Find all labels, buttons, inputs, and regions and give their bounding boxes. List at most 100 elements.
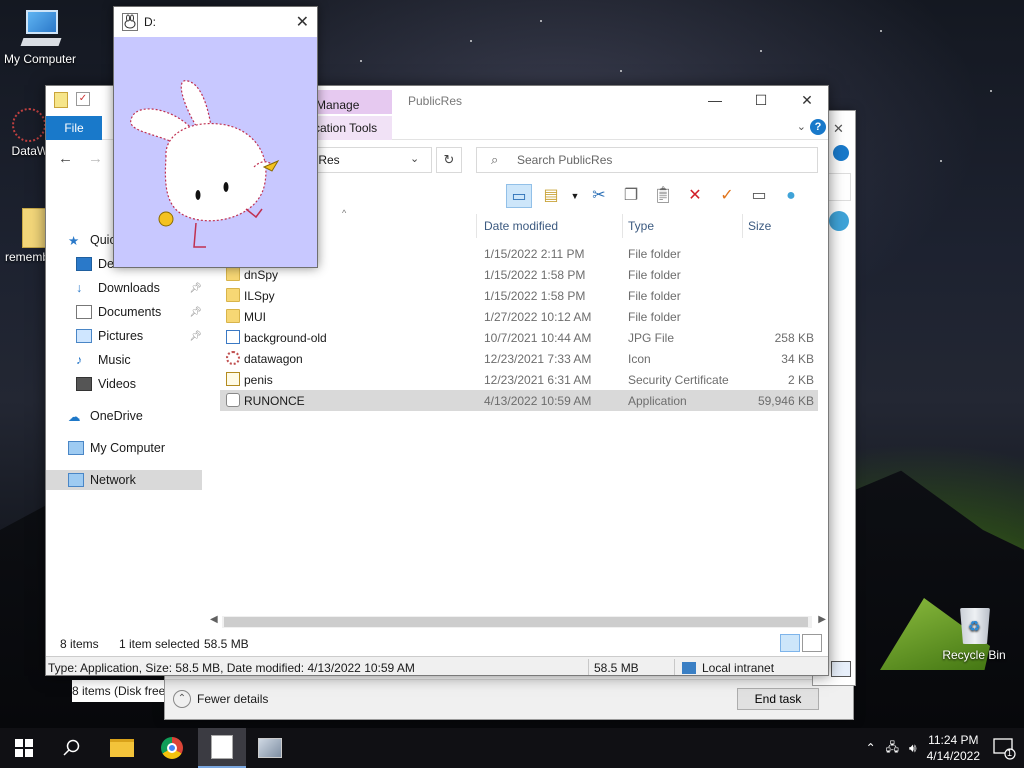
close-icon[interactable]: ✕ xyxy=(833,121,844,137)
network-icon xyxy=(68,473,84,487)
sidebar-item-downloads[interactable]: ↓ Downloads 📌︎ xyxy=(76,278,202,298)
paste-icon[interactable]: 📋︎ xyxy=(650,184,676,208)
column-header-date[interactable]: Date modified xyxy=(484,213,558,239)
network-icon[interactable]: 🖧︎ xyxy=(886,738,899,759)
properties-icon[interactable]: ▭ xyxy=(746,184,772,208)
start-button[interactable] xyxy=(0,728,48,768)
column-header-size[interactable]: Size xyxy=(748,213,771,239)
delete-icon[interactable]: ✕ xyxy=(682,184,708,208)
recycle-bin-icon: ♻ xyxy=(954,602,994,646)
file-row[interactable]: MUI 1/27/2022 10:12 AM File folder xyxy=(220,306,818,327)
large-icons-view-icon[interactable] xyxy=(802,634,822,652)
desktop-icon-recycle-bin[interactable]: ♻ Recycle Bin xyxy=(934,602,1014,662)
notifications-button[interactable]: 1 xyxy=(992,736,1016,760)
refresh-button[interactable]: ↻ xyxy=(436,147,462,173)
bunny-image xyxy=(130,80,280,248)
sidebar-item-documents[interactable]: Documents 📌︎ xyxy=(76,302,202,322)
column-header-type[interactable]: Type xyxy=(628,213,654,239)
horizontal-scrollbar[interactable]: ◀ ▶ xyxy=(206,614,828,630)
globe-icon[interactable]: ● xyxy=(778,184,804,208)
pin-icon[interactable]: 📌︎ xyxy=(189,331,202,342)
end-task-button[interactable]: End task xyxy=(737,688,819,710)
help-icon[interactable] xyxy=(833,145,849,161)
scroll-thumb[interactable] xyxy=(224,617,808,627)
selected-count: 1 item selected xyxy=(119,637,200,651)
cut-icon[interactable]: ✂ xyxy=(586,184,612,208)
sort-ascending-icon[interactable]: ^ xyxy=(342,208,346,218)
pin-icon[interactable]: 📌︎ xyxy=(189,283,202,294)
fewer-details-button[interactable]: ⌃ Fewer details xyxy=(173,690,268,708)
volume-icon[interactable]: 🔊︎ xyxy=(909,741,917,756)
search-input[interactable]: ⌕ Search PublicRes xyxy=(476,147,818,173)
minimize-button[interactable]: — xyxy=(692,86,738,116)
taskbar-chrome[interactable] xyxy=(148,728,196,768)
file-row-selected[interactable]: RUNONCE 4/13/2022 10:59 AM Application 5… xyxy=(220,390,818,411)
chevron-up-icon: ⌃ xyxy=(173,690,191,708)
taskbar-file-explorer[interactable] xyxy=(98,728,146,768)
taskbar-runonce-app[interactable] xyxy=(198,728,246,768)
column-divider[interactable] xyxy=(622,214,623,238)
chevron-down-icon[interactable]: ⌄ xyxy=(410,152,419,165)
sidebar-item-videos[interactable]: Videos xyxy=(76,374,212,394)
clock[interactable]: 11:24 PM 4/14/2022 xyxy=(927,732,980,764)
chrome-icon xyxy=(161,737,183,759)
file-row[interactable]: penis 12/23/2021 6:31 AM Security Certif… xyxy=(220,369,818,390)
sidebar-item-onedrive[interactable]: ☁ OneDrive xyxy=(68,406,204,426)
file-row[interactable]: background-old 10/7/2021 10:44 AM JPG Fi… xyxy=(220,327,818,348)
computer-icon xyxy=(68,441,84,455)
close-button[interactable]: ✕ xyxy=(784,86,828,116)
copy-icon[interactable]: ❐ xyxy=(618,184,644,208)
close-icon[interactable]: ✕ xyxy=(296,12,309,32)
sidebar-item-my-computer[interactable]: My Computer xyxy=(68,438,204,458)
tab-application-tools[interactable]: cation Tools xyxy=(308,116,392,140)
taskbar: ⌃ 🖧︎ 🔊︎ 11:24 PM 4/14/2022 1 xyxy=(0,728,1024,768)
pin-icon[interactable]: 📌︎ xyxy=(189,307,202,318)
desktop-icon-my-computer[interactable]: My Computer xyxy=(0,8,80,66)
security-zone: Local intranet xyxy=(702,661,775,675)
window-title: PublicRes xyxy=(408,94,463,108)
expand-ribbon-icon[interactable]: ⌄ xyxy=(797,120,806,133)
folder-icon xyxy=(226,309,240,323)
search-button[interactable] xyxy=(48,728,96,768)
help-icon[interactable]: ? xyxy=(810,119,826,135)
info-bar: Type: Application, Size: 58.5 MB, Date m… xyxy=(46,656,828,675)
tab-manage[interactable]: Manage xyxy=(308,90,392,114)
column-divider[interactable] xyxy=(476,214,477,238)
rename-check-icon[interactable]: ✓ xyxy=(714,184,740,208)
status-bar: 8 items 1 item selected 58.5 MB xyxy=(46,632,828,654)
image-canvas xyxy=(114,37,317,267)
image-file-icon xyxy=(226,330,240,344)
view-icon[interactable] xyxy=(831,661,851,677)
back-arrow-icon[interactable]: ← xyxy=(58,150,73,167)
column-divider[interactable] xyxy=(742,214,743,238)
sidebar-item-pictures[interactable]: Pictures 📌︎ xyxy=(76,326,202,346)
sidebar-item-network[interactable]: Network xyxy=(46,470,202,490)
download-icon: ↓ xyxy=(76,281,83,295)
scroll-right-icon[interactable]: ▶ xyxy=(818,614,826,625)
sidebar-item-music[interactable]: ♪ Music xyxy=(76,350,212,370)
forward-arrow-icon[interactable]: → xyxy=(88,150,103,167)
tab-file[interactable]: File xyxy=(46,116,102,140)
videos-icon xyxy=(76,377,92,391)
dropdown-icon[interactable]: ▼ xyxy=(570,184,580,208)
task-manager-status: 8 items (Disk free xyxy=(72,680,164,702)
folder-icon xyxy=(110,739,134,757)
viewer-title-bar: D: ✕ xyxy=(114,7,317,37)
view-switcher xyxy=(780,634,822,652)
file-details: Type: Application, Size: 58.5 MB, Date m… xyxy=(48,661,415,675)
scroll-left-icon[interactable]: ◀ xyxy=(210,614,218,625)
checkbox-icon[interactable]: ✓ xyxy=(76,92,90,106)
file-size: 58.5 MB xyxy=(594,661,639,675)
my-computer-icon xyxy=(18,8,62,50)
file-row[interactable]: ILSpy 1/15/2022 1:58 PM File folder xyxy=(220,285,818,306)
file-row[interactable]: datawagon 12/23/2021 7:33 AM Icon 34 KB xyxy=(220,348,818,369)
system-tray: ⌃ 🖧︎ 🔊︎ 11:24 PM 4/14/2022 xyxy=(866,728,980,768)
taskbar-image-app[interactable] xyxy=(246,728,294,768)
maximize-button[interactable]: ☐ xyxy=(738,86,784,116)
properties-icon[interactable] xyxy=(54,92,68,108)
globe-icon xyxy=(829,211,849,231)
preview-pane-icon[interactable]: ▭ xyxy=(506,184,532,208)
chevron-up-icon[interactable]: ⌃ xyxy=(866,741,876,755)
details-view-icon[interactable] xyxy=(780,634,800,652)
new-folder-icon[interactable]: ▤ xyxy=(538,184,564,208)
